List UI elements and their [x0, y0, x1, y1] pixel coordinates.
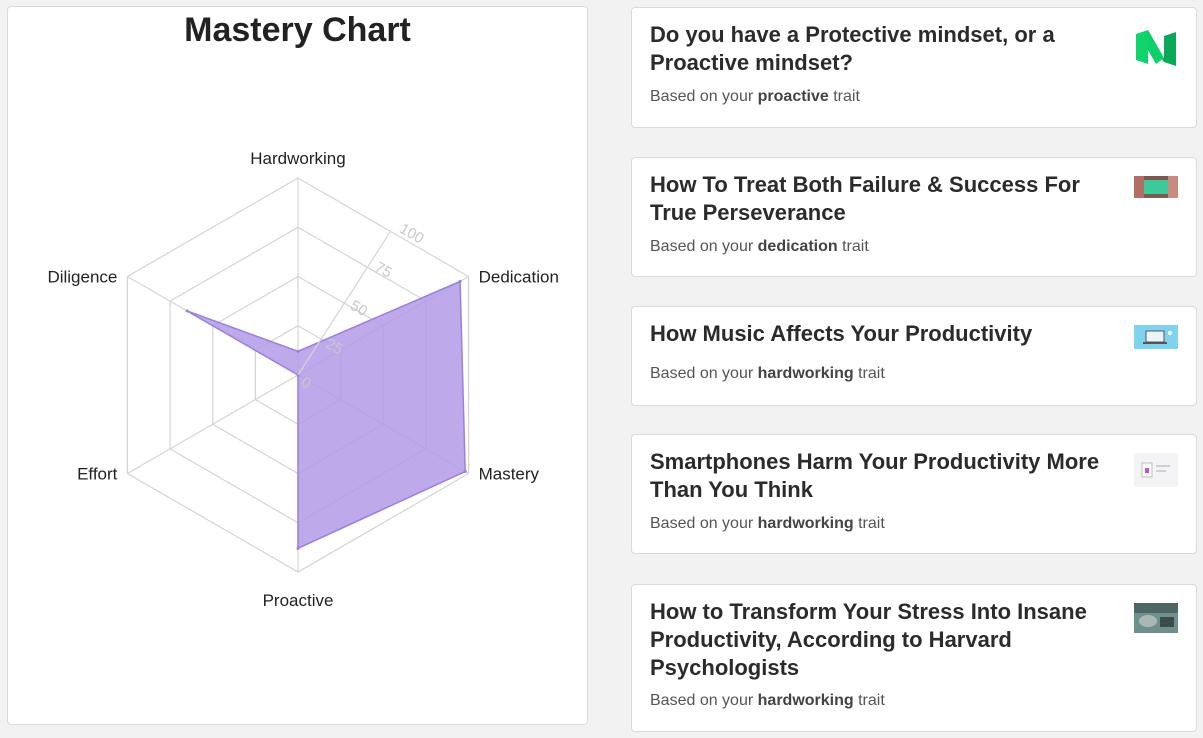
based-on-prefix: Based on your: [650, 88, 754, 105]
laptop-illustration-icon: [1134, 325, 1178, 349]
axis-label: Effort: [77, 465, 118, 484]
tick-label: 100: [397, 220, 427, 247]
axis-label: Dedication: [479, 268, 559, 287]
based-on-prefix: Based on your: [650, 515, 754, 532]
article-title[interactable]: How to Transform Your Stress Into Insane…: [650, 598, 1110, 682]
trait-suffix: trait: [833, 88, 860, 105]
tick-label: 75: [372, 259, 395, 282]
article-based-on: Based on your hardworking trait: [650, 515, 885, 533]
data-point: [458, 279, 462, 283]
trait-name: hardworking: [757, 692, 854, 709]
axis-label: Proactive: [263, 591, 334, 610]
axis-label: Hardworking: [250, 149, 345, 168]
trait-suffix: trait: [858, 692, 885, 709]
article-card[interactable]: Smartphones Harm Your Productivity More …: [631, 434, 1197, 554]
article-title[interactable]: Do you have a Protective mindset, or a P…: [650, 21, 1110, 77]
desk-photo-icon: [1134, 603, 1178, 633]
trait-name: proactive: [757, 88, 829, 105]
article-based-on: Based on your hardworking trait: [650, 692, 885, 710]
axis-label: Diligence: [47, 268, 117, 287]
mastery-chart-card: Mastery Chart 0 25 50 75 100 Hardworking Dedic…: [7, 6, 588, 725]
article-title[interactable]: How To Treat Both Failure & Success For …: [650, 171, 1110, 227]
trait-name: hardworking: [757, 515, 854, 532]
radar-chart: 0255075100HardworkingDedicationMasteryPr…: [47, 149, 559, 610]
trait-suffix: trait: [858, 515, 885, 532]
trait-suffix: trait: [858, 365, 885, 382]
article-title[interactable]: How Music Affects Your Productivity: [650, 320, 1110, 348]
article-based-on: Based on your dedication trait: [650, 238, 869, 256]
trait-name: hardworking: [757, 365, 854, 382]
article-based-on: Based on your proactive trait: [650, 88, 860, 106]
article-card[interactable]: How to Transform Your Stress Into Insane…: [631, 584, 1197, 732]
based-on-prefix: Based on your: [650, 238, 754, 255]
article-card[interactable]: How Music Affects Your Productivity Base…: [631, 306, 1197, 406]
data-point: [463, 470, 467, 474]
phone-illustration-icon: [1134, 453, 1178, 487]
article-card[interactable]: How To Treat Both Failure & Success For …: [631, 157, 1197, 277]
trait-name: dedication: [757, 238, 838, 255]
axis-label: Mastery: [479, 465, 540, 484]
trait-suffix: trait: [842, 238, 869, 255]
data-point: [296, 349, 300, 353]
based-on-prefix: Based on your: [650, 365, 754, 382]
data-point: [296, 546, 300, 550]
data-point: [185, 309, 189, 313]
article-based-on: Based on your hardworking trait: [650, 365, 885, 383]
article-photo-icon: [1134, 176, 1178, 198]
based-on-prefix: Based on your: [650, 692, 754, 709]
article-card[interactable]: Do you have a Protective mindset, or a P…: [631, 7, 1197, 128]
article-title[interactable]: Smartphones Harm Your Productivity More …: [650, 448, 1110, 504]
medium-logo-icon: [1134, 28, 1178, 68]
